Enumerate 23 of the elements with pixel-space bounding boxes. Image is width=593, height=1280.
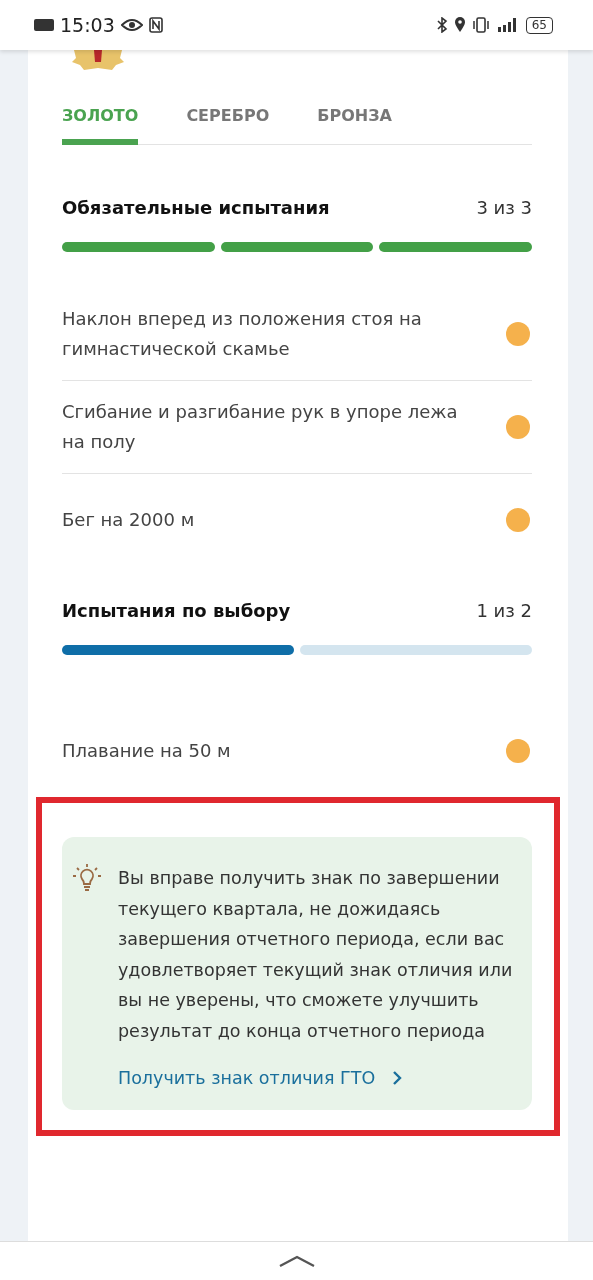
section-title: Испытания по выбору: [62, 600, 291, 621]
tab[interactable]: СЕРЕБРО: [186, 96, 270, 145]
section-title: Обязательные испытания: [62, 197, 330, 218]
lightbulb-icon: [72, 863, 102, 893]
nfc-icon: [148, 17, 163, 33]
eye-icon: [120, 18, 143, 32]
tip-text: Вы вправе получить знак по завершении текущего квартала, не дожидаясь завершения отчетного периода, если вас удовлетворяет текущий знак отличия или вы не уверены, что сможете улучшить результат до конца отчетного периода: [118, 867, 514, 1043]
chevron-right-icon: [391, 1070, 404, 1086]
medal-icon: [70, 50, 126, 72]
tab[interactable]: ЗОЛОТО: [62, 96, 139, 145]
test-name: Плавание на 50 м: [62, 739, 231, 763]
battery-indicator: 65: [525, 16, 553, 34]
progress-count: 1 из 2: [476, 600, 532, 621]
bluetooth-icon: [435, 17, 448, 33]
test-name: Наклон вперед из положения стоя на гимнастической скамье: [62, 307, 423, 361]
test-name: Сгибание и разгибание рук в упоре лежа на полу: [62, 400, 459, 454]
tab[interactable]: БРОНЗА: [317, 96, 392, 145]
status-time: 15:03: [60, 14, 115, 36]
get-badge-link[interactable]: Получить знак отличия ГТО: [118, 1068, 404, 1088]
vibrate-icon: [471, 17, 490, 33]
location-icon: [453, 17, 466, 33]
progress-count: 3 из 3: [476, 197, 532, 218]
test-name: Бег на 2000 м: [62, 508, 195, 532]
